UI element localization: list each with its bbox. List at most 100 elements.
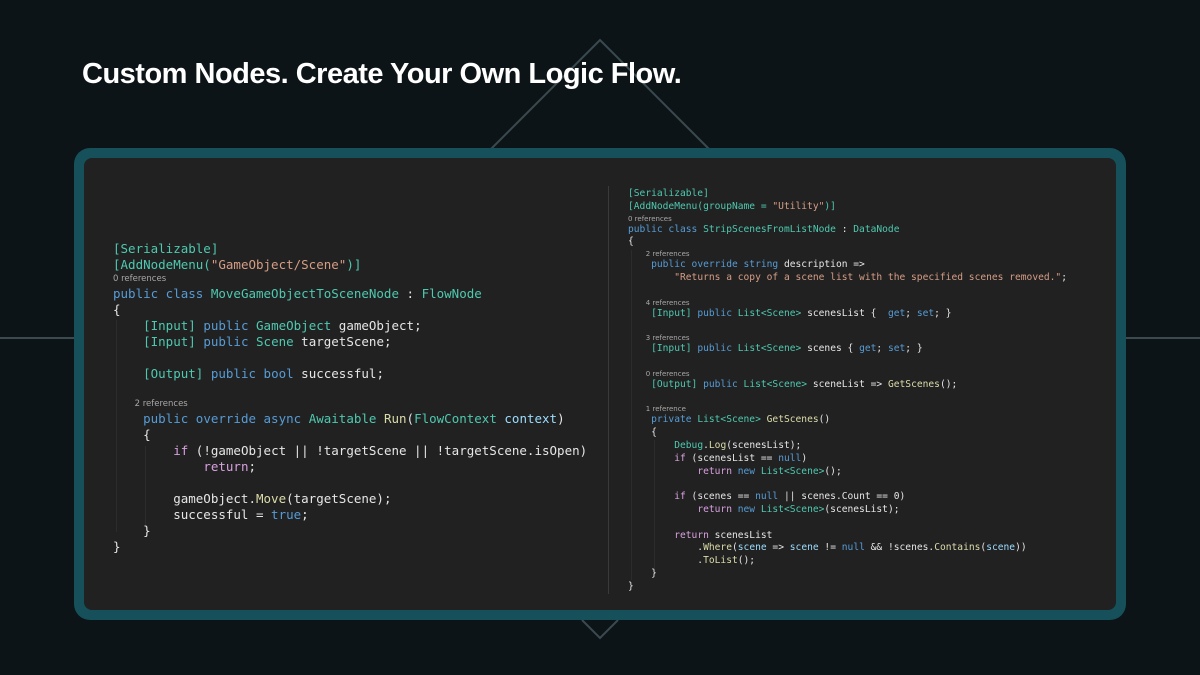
code-token: . <box>628 555 704 567</box>
code-token: : <box>399 286 422 301</box>
code-token: () <box>818 414 831 426</box>
code-token: targetScene; <box>293 334 392 349</box>
code-token: Run <box>383 411 407 426</box>
left-code-block: [Serializable] [AddNodeMenu("GameObject/S… <box>113 241 587 555</box>
code-token: : <box>835 223 854 235</box>
code-line: [AddNodeMenu("GameObject/Scene")] <box>113 257 587 273</box>
code-token: List<Scene> <box>760 465 825 477</box>
code-token: 1 reference <box>628 405 686 414</box>
code-token: FlowContext <box>414 411 497 426</box>
code-line: { <box>113 302 587 318</box>
code-line <box>628 320 1067 333</box>
code-token: ; <box>301 507 309 522</box>
code-token: [Input] <box>143 318 196 333</box>
code-line: successful = true; <box>113 507 587 523</box>
code-line <box>628 478 1067 491</box>
code-token: [Output] <box>143 366 204 381</box>
code-token: [AddNodeMenu(groupName = <box>628 200 773 212</box>
code-token: GetScenes <box>766 414 819 426</box>
code-token: [Input] <box>143 334 196 349</box>
code-token: { <box>113 427 151 442</box>
code-token: gameObject. <box>113 491 256 506</box>
code-token: return <box>674 529 709 541</box>
code-token: GameObject <box>256 318 332 333</box>
code-token: )) <box>1015 542 1027 554</box>
code-token: public <box>203 318 257 333</box>
code-token: sceneList => <box>807 378 888 390</box>
code-token: FlowNode <box>421 286 482 301</box>
code-token: if <box>674 452 686 464</box>
code-line: if (scenesList == null) <box>628 453 1067 466</box>
code-token: public class <box>628 223 704 235</box>
code-token: Log <box>708 439 727 451</box>
code-token: } <box>628 580 634 592</box>
code-token: ; <box>1061 271 1067 283</box>
code-line: public class MoveGameObjectToSceneNode :… <box>113 286 587 302</box>
code-line: .ToList(); <box>628 555 1067 568</box>
code-token: || scenes.Count == 0) <box>778 491 906 503</box>
code-token: List<Scene> <box>743 378 808 390</box>
code-lens-reference: 2 references <box>628 249 1067 259</box>
code-token: (); <box>824 465 842 477</box>
code-token: . <box>628 542 704 554</box>
code-token: [Serializable] <box>113 241 219 256</box>
code-token: public override async <box>143 411 309 426</box>
code-line <box>113 350 587 366</box>
code-token: private <box>651 414 698 426</box>
code-token: new <box>737 503 761 515</box>
code-line: { <box>113 427 587 443</box>
code-line <box>113 475 587 491</box>
code-line <box>113 382 587 398</box>
code-token: context <box>504 411 558 426</box>
code-token: ) <box>557 411 565 426</box>
code-token: 3 references <box>628 334 690 343</box>
code-lens-reference: 2 references <box>113 398 587 411</box>
code-token: return <box>203 459 249 474</box>
code-token: (targetScene); <box>286 491 392 506</box>
code-token: ) <box>801 452 808 464</box>
code-token: new <box>737 465 761 477</box>
code-token: Contains <box>934 542 981 554</box>
code-token: [AddNodeMenu( <box>113 257 211 272</box>
code-line: [Input] public Scene targetScene; <box>113 334 587 350</box>
code-lens-reference: 4 references <box>628 298 1067 308</box>
code-token: } <box>113 523 151 538</box>
code-token: ; <box>905 307 917 319</box>
code-token: ; } <box>905 343 923 355</box>
right-code-block: [Serializable] [AddNodeMenu(groupName = "… <box>628 188 1067 594</box>
code-token: ( <box>406 411 415 426</box>
code-token: MoveGameObjectToSceneNode <box>210 286 399 301</box>
code-token: } <box>113 539 121 554</box>
code-token: "Utility" <box>772 200 825 212</box>
code-token: { <box>113 302 121 317</box>
code-token: successful; <box>293 366 384 381</box>
code-line <box>628 356 1067 369</box>
code-line: [Input] public GameObject gameObject; <box>113 318 587 334</box>
code-line: [Serializable] <box>628 188 1067 201</box>
code-token: List<Scene> <box>760 503 825 515</box>
code-token: ; <box>876 343 888 355</box>
code-token: (scenesList); <box>726 439 802 451</box>
code-token: null <box>778 452 802 464</box>
code-token: [Input] <box>651 343 692 355</box>
code-line: { <box>628 236 1067 249</box>
code-line <box>628 517 1067 530</box>
code-token: public <box>697 343 738 355</box>
code-token: StripScenesFromListNode <box>703 223 836 235</box>
code-token: [Input] <box>651 307 692 319</box>
